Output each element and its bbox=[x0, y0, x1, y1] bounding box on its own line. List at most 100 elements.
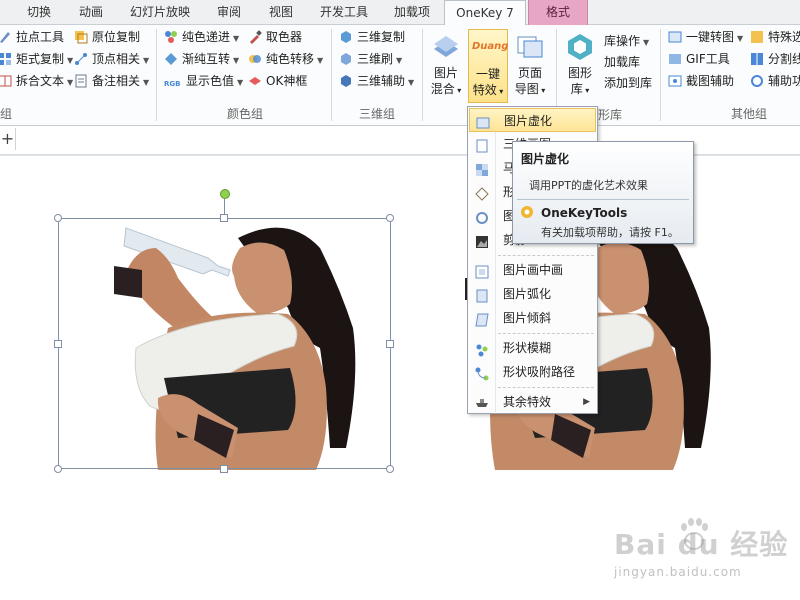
rotate-handle[interactable] bbox=[220, 189, 230, 199]
chevron-down-icon: ▼ bbox=[143, 78, 150, 87]
color-progress-button[interactable]: 纯色递进 ▼ bbox=[164, 27, 239, 47]
assist-function-button[interactable]: 辅助功 bbox=[750, 71, 800, 91]
eyedropper-icon bbox=[248, 29, 262, 44]
tab-onekey[interactable]: OneKey 7 bbox=[444, 0, 526, 26]
add-icon[interactable]: + bbox=[0, 128, 16, 150]
group-divider bbox=[660, 29, 661, 121]
add-to-library-button[interactable]: 添加到库 bbox=[604, 73, 652, 93]
picture-mix-button[interactable]: 图片 混合 ▾ bbox=[426, 29, 466, 103]
menu-item-blur-picture[interactable]: 图片虚化 bbox=[469, 108, 596, 132]
menu-item-shape-path[interactable]: 形状吸附路径 bbox=[469, 360, 596, 384]
resize-handle-n[interactable] bbox=[220, 214, 228, 222]
baidu-jingyan-watermark: Bai du 经验 jingyan.baidu.com bbox=[612, 515, 792, 585]
ok-frame-icon bbox=[248, 74, 262, 88]
color-progress-icon bbox=[164, 30, 178, 44]
chevron-down-icon: ▼ bbox=[396, 56, 403, 65]
tab-slideshow[interactable]: 幻灯片放映 bbox=[118, 0, 202, 25]
gif-tools-button[interactable]: GIF工具 bbox=[668, 49, 730, 69]
chevron-down-icon: ▼ bbox=[67, 56, 74, 65]
one-key-effects-button[interactable]: Duang 一键 特效 ▾ bbox=[468, 29, 508, 103]
chevron-down-icon: ▼ bbox=[237, 78, 244, 87]
3d-draw-icon bbox=[475, 137, 489, 153]
page-map-button[interactable]: 页面 导图 ▾ bbox=[510, 29, 550, 103]
rgb-value-button[interactable]: RGB 显示色值 ▼ bbox=[164, 71, 243, 91]
tab-addins[interactable]: 加载项 bbox=[382, 0, 442, 25]
matrix-copy-button[interactable]: 矩式复制 ▼ bbox=[0, 49, 73, 69]
pen-point-icon bbox=[0, 30, 12, 44]
tooltip-divider bbox=[517, 199, 689, 200]
skew-picture-icon bbox=[475, 311, 489, 327]
menu-item-arc-picture[interactable]: 图片弧化 bbox=[469, 282, 596, 306]
page-map-icon bbox=[514, 31, 546, 63]
menu-item-other-effects[interactable]: 其余特效 ▶ bbox=[469, 390, 596, 414]
group-divider bbox=[422, 29, 423, 121]
menu-item-skew-picture[interactable]: 图片倾斜 bbox=[469, 306, 596, 330]
3d-copy-button[interactable]: 三维复制 bbox=[339, 27, 405, 47]
tab-developer[interactable]: 开发工具 bbox=[308, 0, 380, 25]
tab-transitions[interactable]: 切换 bbox=[14, 0, 64, 25]
to-image-button[interactable]: 一键转图 ▼ bbox=[668, 27, 743, 47]
group-label-other: 其他组 bbox=[730, 107, 767, 121]
chevron-down-icon: ▼ bbox=[143, 56, 150, 65]
chevron-right-icon: ▶ bbox=[583, 397, 590, 407]
picture-in-picture-icon bbox=[475, 263, 489, 279]
resize-handle-s[interactable] bbox=[220, 465, 228, 473]
menu-item-picture-in-picture[interactable]: 图片画中画 bbox=[469, 258, 596, 282]
gradient-convert-icon bbox=[164, 52, 178, 66]
resize-handle-e[interactable] bbox=[386, 340, 394, 348]
group-label-shape-library: 形库 bbox=[598, 108, 623, 122]
color-transfer-button[interactable]: 纯色转移 ▼ bbox=[248, 49, 323, 69]
shape-blur-icon bbox=[475, 341, 489, 357]
ribbon-group-color: 纯色递进 ▼ 渐纯互转 ▼ RGB 显示色值 ▼ 取色器 纯色转移 ▼ OK神框 颜色组 bbox=[160, 25, 330, 125]
resize-handle-sw[interactable] bbox=[54, 465, 62, 473]
shape-paint-icon bbox=[475, 185, 489, 201]
group-divider bbox=[331, 29, 332, 121]
shape-library-button[interactable]: 图形 库 ▾ bbox=[560, 29, 600, 103]
copy-in-place-button[interactable]: 原位复制 bbox=[74, 27, 140, 47]
special-select-button[interactable]: 特殊选 bbox=[750, 27, 800, 47]
tooltip-help-text: 有关加载项帮助，请按 F1。 bbox=[541, 226, 679, 239]
ok-frame-button[interactable]: OK神框 bbox=[248, 71, 307, 91]
resize-handle-ne[interactable] bbox=[386, 214, 394, 222]
library-operations-button[interactable]: 库操作 ▼ bbox=[604, 31, 649, 51]
vertex-button[interactable]: 顶点相关 ▼ bbox=[74, 49, 149, 69]
to-image-icon bbox=[668, 30, 682, 44]
divider-line-button[interactable]: 分割线 bbox=[750, 49, 800, 69]
screenshot-assist-button[interactable]: 截图辅助 bbox=[668, 71, 734, 91]
mosaic-icon bbox=[475, 161, 489, 176]
chevron-down-icon: ▼ bbox=[408, 78, 415, 87]
menu-separator bbox=[498, 387, 594, 388]
watermark-brand: Bai du 经验 bbox=[614, 528, 789, 561]
tooltip-title: 图片虚化 bbox=[521, 152, 570, 166]
tab-animations[interactable]: 动画 bbox=[66, 0, 116, 25]
tab-view[interactable]: 视图 bbox=[256, 0, 306, 25]
rotate-picture-icon bbox=[475, 209, 489, 224]
ribbon: 拉点工具 矩式复制 ▼ 拆合文本 ▼ 原位复制 顶点相关 ▼ 备注相关 ▼ 组 纯色递进… bbox=[0, 25, 800, 126]
gradient-convert-button[interactable]: 渐纯互转 ▼ bbox=[164, 49, 239, 69]
tab-review[interactable]: 审阅 bbox=[204, 0, 254, 25]
eyedropper-button[interactable]: 取色器 bbox=[248, 27, 302, 47]
tooltip-description: 调用PPT的虚化艺术效果 bbox=[529, 179, 648, 192]
3d-assist-button[interactable]: 三维辅助 ▼ bbox=[339, 71, 414, 91]
chevron-down-icon: ▼ bbox=[737, 34, 744, 43]
split-text-button[interactable]: 拆合文本 ▼ bbox=[0, 71, 73, 91]
matrix-copy-icon bbox=[0, 52, 12, 66]
chevron-down-icon: ▼ bbox=[643, 38, 650, 47]
color-transfer-icon bbox=[248, 52, 262, 66]
menu-separator bbox=[498, 333, 594, 334]
tab-format[interactable]: 格式 bbox=[528, 0, 588, 25]
chevron-down-icon: ▼ bbox=[67, 78, 74, 87]
resize-handle-nw[interactable] bbox=[54, 214, 62, 222]
notes-button[interactable]: 备注相关 ▼ bbox=[74, 71, 149, 91]
3d-brush-button[interactable]: 三维刷 ▼ bbox=[339, 49, 402, 69]
tooltip-addin-name: OneKeyTools bbox=[541, 206, 628, 220]
menu-item-shape-blur[interactable]: 形状模糊 bbox=[469, 336, 596, 360]
pen-point-tool-button[interactable]: 拉点工具 bbox=[0, 27, 64, 47]
resize-handle-w[interactable] bbox=[54, 340, 62, 348]
gif-icon bbox=[668, 52, 682, 66]
chevron-down-icon: ▼ bbox=[233, 34, 240, 43]
load-library-button[interactable]: 加载库 bbox=[604, 52, 640, 72]
3d-assist-icon bbox=[339, 74, 353, 88]
resize-handle-se[interactable] bbox=[386, 465, 394, 473]
tooltip-blur-picture: 图片虚化 调用PPT的虚化艺术效果 OneKeyTools 有关加载项帮助，请按… bbox=[512, 141, 694, 244]
